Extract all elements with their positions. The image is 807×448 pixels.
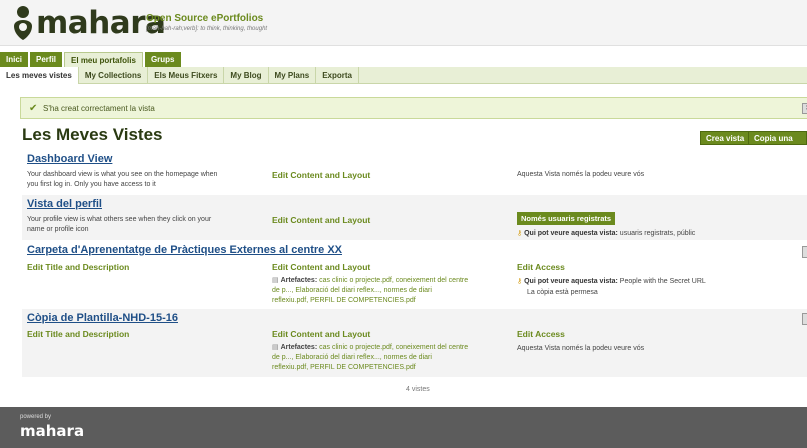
artefact-links[interactable]: reflexiu.pdf, PERFIL DE COMPETENCIES.pdf (272, 297, 416, 304)
create-view-button[interactable]: Crea vista (700, 131, 751, 145)
subnav-my-views[interactable]: Les meves vistes (0, 67, 79, 84)
access-value: People with the Secret URL (619, 278, 706, 285)
edit-access-link[interactable]: Edit Access (517, 262, 565, 272)
edit-content-link[interactable]: Edit Content and Layout (272, 170, 370, 180)
edit-title-link[interactable]: Edit Title and Description (27, 329, 129, 339)
view-title-link[interactable]: Vista del perfil (27, 198, 102, 210)
desc-line: Your profile view is what others see whe… (27, 216, 212, 223)
desc-line: name or profile icon (27, 226, 89, 233)
artefacts-list: ▤ Artefactes: cas clinic o projecte.pdf,… (272, 343, 507, 373)
tagline: Open Source ePortfolios [mah-hah-rah;ver… (146, 13, 267, 33)
view-row-profile: Vista del perfil Your profile view is wh… (22, 195, 807, 240)
access-text: Aquesta Vista només la podeu veure vós (517, 171, 645, 178)
desc-line: Your dashboard view is what you see on t… (27, 171, 218, 178)
edit-content-link[interactable]: Edit Content and Layout (272, 262, 370, 272)
artefacts-list: ▤ Artefactes: cas clinic o projecte.pdf,… (272, 276, 507, 306)
artefacts-icon: ▤ (272, 277, 279, 284)
subnav-files[interactable]: Els Meus Fitxers (148, 67, 225, 84)
main-nav: Inici Perfil El meu portafolis Grups (0, 52, 181, 67)
artefacts-label: Artefactes: (280, 344, 318, 351)
key-icon: ⚷ (517, 278, 523, 285)
footer: powered by mahara (0, 407, 807, 448)
artefacts-label: Artefactes: (280, 277, 318, 284)
access-info: ⚷ Qui pot veure aquesta vista: People wi… (517, 277, 706, 285)
desc-line: you first log in. Only you have access t… (27, 181, 156, 188)
key-icon: ⚷ (517, 230, 523, 237)
artefact-links[interactable]: cas clinic o projecte.pdf, coneixement d… (319, 277, 468, 284)
sub-nav: Les meves vistes My Collections Els Meus… (0, 67, 807, 84)
nav-tab-inici[interactable]: Inici (0, 52, 29, 67)
copy-allowed-text: La còpia està permesa (527, 289, 598, 296)
subnav-blog[interactable]: My Blog (224, 67, 269, 84)
nav-tab-perfil[interactable]: Perfil (30, 52, 63, 67)
tagline-sub: [mah-hah-rah;verb]: to think, thinking, … (146, 26, 268, 32)
subnav-plans[interactable]: My Plans (269, 67, 317, 84)
view-row-copia: Còpia de Plantilla-NHD-15-16 Edit Title … (22, 309, 807, 377)
nav-tab-portfolio[interactable]: El meu portafolis (64, 52, 143, 67)
header: mahara Open Source ePortfolios [mah-hah-… (0, 0, 807, 46)
success-message: ✔ S'ha creat correctament la vista ✕ (20, 97, 807, 119)
close-icon[interactable]: ✕ (802, 103, 807, 114)
page-title: Les Meves Vistes (22, 125, 163, 144)
access-badge: Només usuaris registrats (517, 212, 616, 225)
view-title-link[interactable]: Dashboard View (27, 153, 112, 165)
artefact-links[interactable]: cas clinic o projecte.pdf, coneixement d… (319, 344, 468, 351)
view-description: Your dashboard view is what you see on t… (27, 170, 255, 190)
delete-icon[interactable] (802, 313, 807, 325)
access-value: usuaris registrats, públic (619, 230, 696, 237)
mahara-figure-icon (14, 6, 32, 40)
access-info: ⚷ Qui pot veure aquesta vista: usuaris r… (517, 229, 695, 237)
access-label: Qui pot veure aquesta vista: (524, 278, 618, 285)
view-title-link[interactable]: Còpia de Plantilla-NHD-15-16 (27, 312, 178, 324)
edit-content-link[interactable]: Edit Content and Layout (272, 329, 370, 339)
artefact-links[interactable]: de p..., Elaboració del diari reflex...,… (272, 354, 432, 361)
access-text: Aquesta Vista només la podeu veure vós (517, 345, 645, 352)
view-description: Your profile view is what others see whe… (27, 215, 255, 235)
subnav-export[interactable]: Exporta (316, 67, 360, 84)
copy-view-button[interactable]: Copia una Vist (748, 131, 807, 157)
access-label: Qui pot veure aquesta vista: (524, 230, 618, 237)
mahara-logo[interactable]: mahara (10, 4, 166, 42)
nav-tab-grups[interactable]: Grups (144, 52, 181, 67)
edit-content-link[interactable]: Edit Content and Layout (272, 215, 370, 225)
view-count: 4 vistes (406, 386, 430, 393)
view-row-carpeta: Carpeta d'Aprenentatge de Pràctiques Ext… (22, 240, 807, 309)
footer-logo[interactable]: mahara (20, 422, 84, 440)
subnav-collections[interactable]: My Collections (79, 67, 149, 84)
edit-title-link[interactable]: Edit Title and Description (27, 262, 129, 272)
check-icon: ✔ (29, 103, 38, 114)
artefacts-icon: ▤ (272, 344, 279, 351)
delete-icon[interactable] (802, 246, 807, 258)
view-title-link[interactable]: Carpeta d'Aprenentatge de Pràctiques Ext… (27, 244, 342, 256)
artefact-links[interactable]: reflexiu.pdf, PERFIL DE COMPETENCIES.pdf (272, 364, 416, 371)
edit-access-link[interactable]: Edit Access (517, 329, 565, 339)
success-message-text: S'ha creat correctament la vista (43, 104, 155, 113)
powered-by-text: powered by (20, 414, 52, 420)
artefact-links[interactable]: de p..., Elaboració del diari reflex...,… (272, 287, 432, 294)
tagline-title: Open Source ePortfolios (146, 13, 264, 24)
view-row-dashboard: Dashboard View Your dashboard view is wh… (22, 151, 807, 195)
